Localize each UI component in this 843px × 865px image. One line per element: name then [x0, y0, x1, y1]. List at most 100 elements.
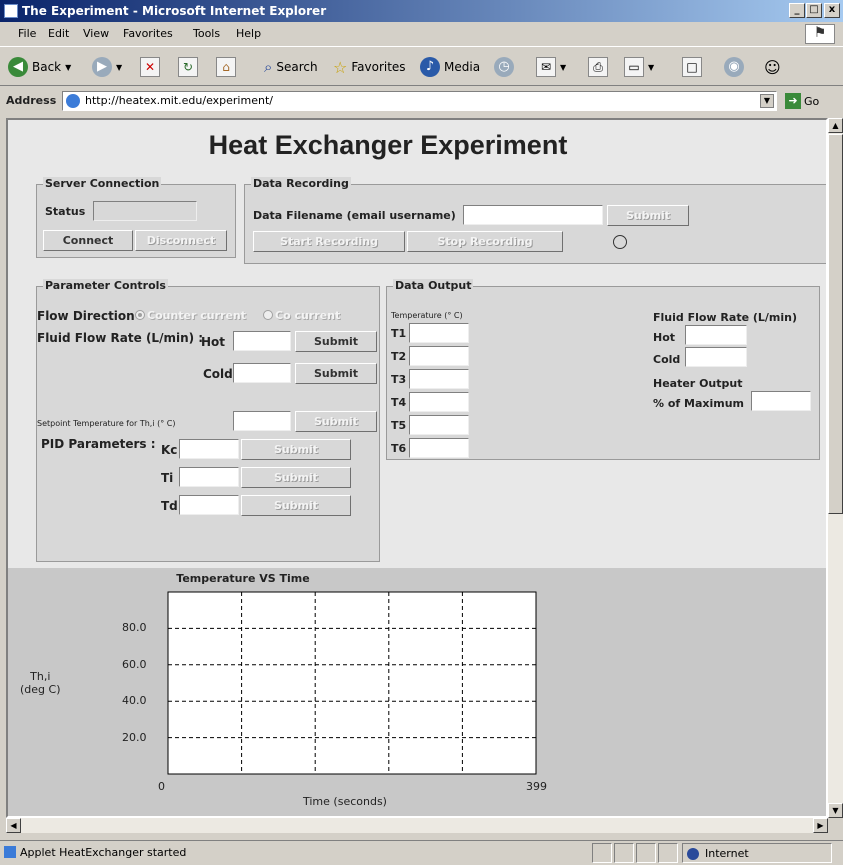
- print-button[interactable]: ⎙: [588, 55, 608, 79]
- radio-selected-icon: [135, 310, 145, 320]
- edit-button[interactable]: ▭ ▼: [624, 55, 654, 79]
- address-dropdown-icon[interactable]: ▼: [760, 94, 774, 108]
- stop-recording-button[interactable]: Stop Recording: [407, 231, 563, 252]
- ti-submit-button[interactable]: Submit: [241, 467, 351, 488]
- maximize-button[interactable]: □: [806, 3, 822, 18]
- output-flow-rate-label: Fluid Flow Rate (L/min): [653, 311, 798, 324]
- favorites-button[interactable]: ☆ Favorites: [333, 55, 406, 79]
- x-tick-label: 0: [158, 780, 165, 793]
- browser-window: The Experiment - Microsoft Internet Expl…: [0, 0, 843, 865]
- media-icon: ♪: [420, 57, 440, 77]
- favorites-star-icon: ☆: [333, 57, 348, 77]
- y-tick-label: 60.0: [122, 657, 147, 671]
- discuss-button[interactable]: □: [682, 55, 702, 79]
- temperature-chart: Temperature VS Time Th,i (deg C) Time (s…: [8, 568, 826, 816]
- setpoint-input[interactable]: [233, 411, 291, 431]
- scroll-down-icon[interactable]: ▼: [828, 803, 843, 818]
- stop-button[interactable]: ✕: [140, 55, 160, 79]
- go-label: Go: [804, 94, 820, 108]
- page-title: Heat Exchanger Experiment: [208, 130, 568, 160]
- td-submit-button[interactable]: Submit: [241, 495, 351, 516]
- hot-flow-label: Hot: [201, 335, 226, 349]
- scroll-right-icon[interactable]: ▶: [813, 818, 828, 833]
- menu-tools[interactable]: Tools: [193, 27, 220, 40]
- media-button[interactable]: ♪ Media: [420, 55, 480, 79]
- data-filename-input[interactable]: [463, 205, 603, 225]
- mail-button[interactable]: ✉ ▼: [536, 55, 566, 79]
- y-tick-label: 80.0: [122, 621, 147, 635]
- cold-flow-input[interactable]: [233, 363, 291, 383]
- stop-icon: ✕: [140, 57, 160, 77]
- data-recording-legend: Data Recording: [251, 177, 351, 190]
- counter-current-radio[interactable]: Counter current: [135, 309, 246, 322]
- scroll-up-icon[interactable]: ▲: [828, 118, 843, 133]
- filename-submit-button[interactable]: Submit: [607, 205, 689, 226]
- t1-field: [409, 323, 469, 343]
- menu-view[interactable]: View: [83, 27, 109, 40]
- menu-edit[interactable]: Edit: [48, 27, 69, 40]
- temperature-label: Temperature (° C): [391, 311, 463, 320]
- forward-button[interactable]: ▶ ▼: [92, 55, 122, 79]
- back-arrow-icon: ◀: [8, 57, 28, 77]
- status-cell: [636, 843, 656, 863]
- radio-unselected-icon: [263, 310, 273, 320]
- status-field: [93, 201, 197, 221]
- search-label: Search: [276, 60, 318, 74]
- kc-submit-button[interactable]: Submit: [241, 439, 351, 460]
- disconnect-button[interactable]: Disconnect: [135, 230, 227, 251]
- minimize-button[interactable]: _: [789, 3, 805, 18]
- ie-page-icon: [66, 94, 80, 108]
- menu-file[interactable]: File: [18, 27, 36, 40]
- heater-pct-label: % of Maximum: [653, 397, 745, 410]
- mail-icon: ✉: [536, 57, 556, 77]
- counter-current-label: Counter current: [147, 309, 247, 322]
- td-input[interactable]: [179, 495, 239, 515]
- x-axis-label: Time (seconds): [303, 795, 387, 808]
- messenger-button[interactable]: ◉: [724, 55, 744, 79]
- menu-favorites[interactable]: Favorites: [123, 27, 173, 40]
- scroll-left-icon[interactable]: ◀: [6, 818, 21, 833]
- hot-flow-submit-button[interactable]: Submit: [295, 331, 377, 352]
- ti-input[interactable]: [179, 467, 239, 487]
- y-tick-label: 20.0: [122, 730, 147, 744]
- data-output-group: Data Output Temperature (° C) T1 T2 T3 T…: [386, 279, 820, 460]
- search-button[interactable]: ⌕ Search: [264, 55, 318, 79]
- window-title: The Experiment - Microsoft Internet Expl…: [22, 4, 327, 18]
- cold-flow-submit-button[interactable]: Submit: [295, 363, 377, 384]
- connect-button[interactable]: Connect: [43, 230, 133, 251]
- history-button[interactable]: ◷: [494, 55, 514, 79]
- close-button[interactable]: x: [824, 3, 840, 18]
- t3-field: [409, 369, 469, 389]
- address-url: http://heatex.mit.edu/experiment/: [85, 94, 273, 107]
- refresh-button[interactable]: ↻: [178, 55, 198, 79]
- y-axis-label-text: Th,i (deg C): [20, 670, 61, 696]
- hot-flow-input[interactable]: [233, 331, 291, 351]
- plot-area: [167, 591, 537, 775]
- td-label: Td: [161, 499, 178, 513]
- start-recording-button[interactable]: Start Recording: [253, 231, 405, 252]
- globe-icon: [687, 848, 699, 860]
- back-button[interactable]: ◀ Back ▼: [8, 55, 71, 79]
- t2-label: T2: [391, 350, 407, 363]
- research-button[interactable]: ☺: [764, 55, 781, 79]
- kc-input[interactable]: [179, 439, 239, 459]
- output-cold-label: Cold: [653, 353, 681, 366]
- address-label: Address: [6, 94, 57, 107]
- home-button[interactable]: ⌂: [216, 55, 236, 79]
- address-input[interactable]: http://heatex.mit.edu/experiment/ ▼: [62, 91, 777, 111]
- co-current-radio[interactable]: Co current: [263, 309, 340, 322]
- server-connection-legend: Server Connection: [43, 177, 162, 190]
- t5-field: [409, 415, 469, 435]
- ie-page-icon: [4, 4, 18, 18]
- menu-help[interactable]: Help: [236, 27, 261, 40]
- horizontal-scrollbar[interactable]: ◀ ▶: [6, 818, 828, 833]
- windows-logo-icon: ⚑: [805, 24, 835, 44]
- vertical-scrollbar[interactable]: ▲ ▼: [828, 118, 843, 818]
- chart-plot: [167, 591, 537, 775]
- y-tick-label: 40.0: [122, 694, 147, 708]
- go-arrow-icon: ➜: [785, 93, 801, 109]
- go-button[interactable]: ➜ Go: [785, 93, 819, 109]
- vertical-scroll-thumb[interactable]: [828, 134, 843, 514]
- setpoint-submit-button[interactable]: Submit: [295, 411, 377, 432]
- security-zone: Internet: [682, 843, 832, 863]
